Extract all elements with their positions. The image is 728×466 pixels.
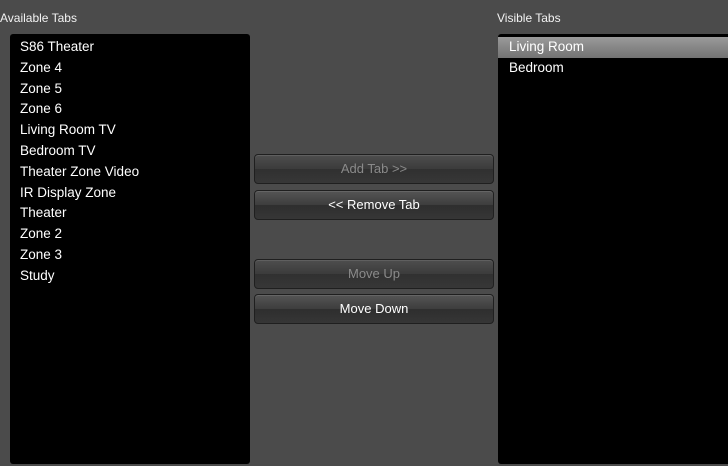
available-tab-item[interactable]: Zone 2 [10,224,250,245]
available-tab-item[interactable]: Bedroom TV [10,141,250,162]
visible-tabs-title: Visible Tabs [497,11,561,25]
move-down-button[interactable]: Move Down [254,294,494,324]
available-tab-item[interactable]: Zone 6 [10,99,250,120]
available-tabs-title: Available Tabs [0,11,77,25]
move-up-button[interactable]: Move Up [254,259,494,289]
visible-tab-item[interactable]: Living Room [498,37,728,58]
available-tab-item[interactable]: Theater [10,203,250,224]
remove-tab-button[interactable]: << Remove Tab [254,190,494,220]
available-tab-item[interactable]: Living Room TV [10,120,250,141]
available-tab-item[interactable]: Study [10,266,250,287]
available-tab-item[interactable]: Zone 3 [10,245,250,266]
add-tab-button[interactable]: Add Tab >> [254,154,494,184]
available-tab-item[interactable]: Zone 5 [10,79,250,100]
available-tabs-items: S86 Theater Zone 4 Zone 5 Zone 6 Living Room… [10,34,250,287]
available-tab-item[interactable]: Zone 4 [10,58,250,79]
available-tab-item[interactable]: S86 Theater [10,37,250,58]
visible-tabs-items: Living Room Bedroom [498,34,728,79]
visible-tabs-list[interactable]: Living Room Bedroom [498,34,728,464]
visible-tab-item[interactable]: Bedroom [498,58,728,79]
available-tabs-list[interactable]: S86 Theater Zone 4 Zone 5 Zone 6 Living Room… [10,34,250,464]
available-tab-item[interactable]: IR Display Zone [10,183,250,204]
tab-manager-window: Available Tabs Visible Tabs S86 Theater Z… [0,0,728,466]
available-tab-item[interactable]: Theater Zone Video [10,162,250,183]
